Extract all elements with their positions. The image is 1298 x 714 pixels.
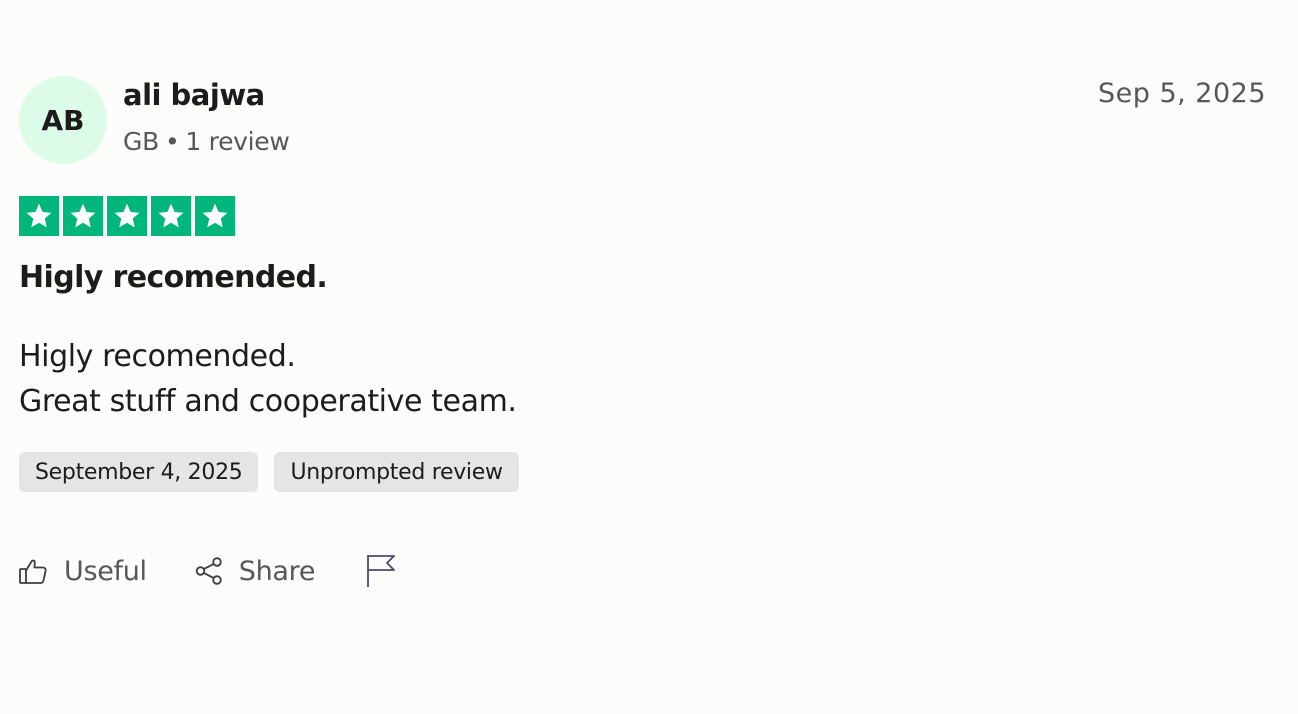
reviewer-name[interactable]: ali bajwa xyxy=(123,78,265,112)
flag-icon xyxy=(365,552,397,590)
reviewer-meta: GB • 1 review xyxy=(123,127,290,156)
review-body-line: Higly recomended. xyxy=(19,339,296,374)
experience-date-badge: September 4, 2025 xyxy=(19,452,259,492)
avatar[interactable]: AB xyxy=(19,76,107,164)
star-icon xyxy=(107,196,147,236)
star-icon xyxy=(63,196,103,236)
review-actions: Useful Share xyxy=(17,552,397,590)
review-body-line: Great stuff and cooperative team. xyxy=(19,384,517,419)
review-tags: September 4, 2025 Unprompted review xyxy=(19,452,519,492)
review-card: AB ali bajwa GB • 1 review Sep 5, 2025 Hig… xyxy=(0,0,1298,714)
review-title[interactable]: Higly recomended. xyxy=(19,260,328,295)
thumbs-up-icon xyxy=(17,555,64,587)
useful-button[interactable]: Useful xyxy=(17,555,147,587)
unprompted-review-badge[interactable]: Unprompted review xyxy=(274,452,519,492)
star-icon xyxy=(19,196,59,236)
share-label: Share xyxy=(238,555,316,587)
report-button[interactable] xyxy=(365,552,397,590)
reviewer-review-count: 1 review xyxy=(185,127,290,156)
reviewer-country: GB xyxy=(123,127,159,156)
share-icon xyxy=(193,555,239,587)
star-rating xyxy=(19,196,235,236)
review-posted-date: Sep 5, 2025 xyxy=(1097,78,1266,109)
star-icon xyxy=(195,196,235,236)
share-button[interactable]: Share xyxy=(193,555,315,587)
meta-separator: • xyxy=(164,127,180,156)
useful-label: Useful xyxy=(64,555,147,587)
review-body: Higly recomended. Great stuff and cooper… xyxy=(19,334,517,424)
star-icon xyxy=(151,196,191,236)
